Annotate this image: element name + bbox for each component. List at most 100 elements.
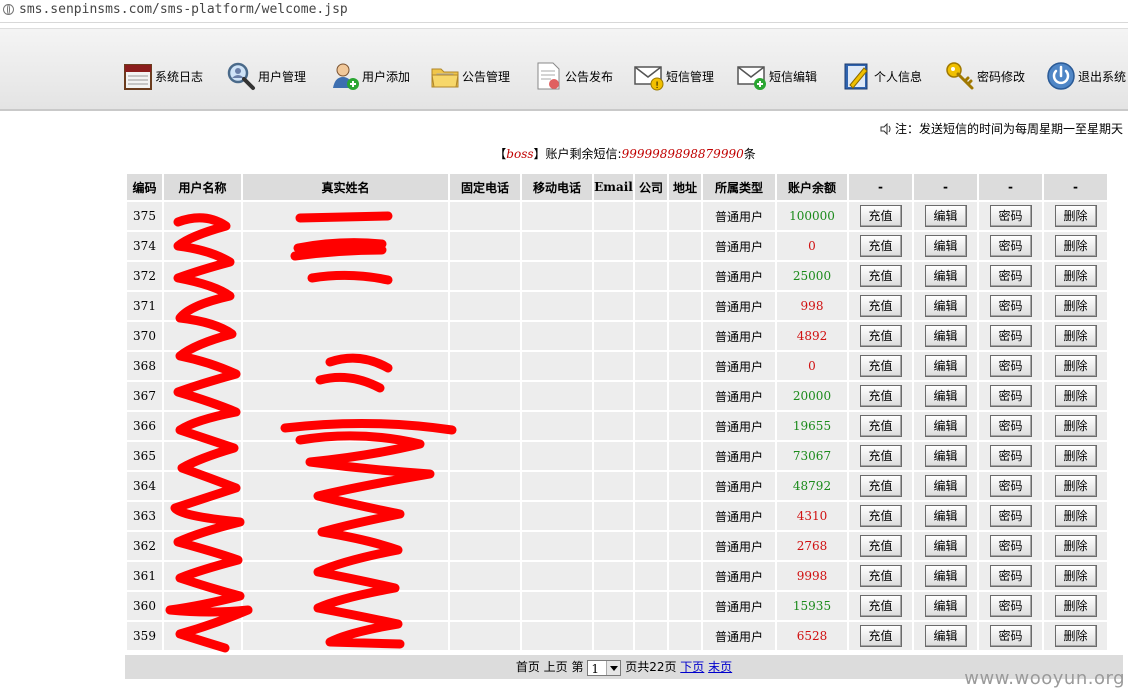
- column-header: 编码: [127, 174, 162, 200]
- recharge-button[interactable]: 充值: [859, 565, 902, 587]
- delete-button[interactable]: 删除: [1054, 535, 1097, 557]
- cell-username: [164, 472, 241, 500]
- nav-item-2[interactable]: 用户管理: [226, 59, 306, 93]
- next-page-link[interactable]: 下页: [680, 660, 704, 674]
- password-button[interactable]: 密码: [989, 535, 1032, 557]
- edit-button[interactable]: 编辑: [924, 265, 967, 287]
- edit-button[interactable]: 编辑: [924, 625, 967, 647]
- password-button[interactable]: 密码: [989, 385, 1032, 407]
- cell-username: [164, 562, 241, 590]
- cell-action: 编辑: [914, 592, 977, 620]
- edit-button[interactable]: 编辑: [924, 235, 967, 257]
- edit-button[interactable]: 编辑: [924, 505, 967, 527]
- recharge-button[interactable]: 充值: [859, 265, 902, 287]
- nav-item-1[interactable]: 系统日志: [123, 59, 203, 93]
- recharge-button[interactable]: 充值: [859, 535, 902, 557]
- nav-item-7[interactable]: 短信编辑: [737, 59, 817, 93]
- delete-button[interactable]: 删除: [1054, 265, 1097, 287]
- nav-item-5[interactable]: 公告发布: [533, 59, 613, 93]
- cell-action: 删除: [1044, 232, 1107, 260]
- password-button[interactable]: 密码: [989, 325, 1032, 347]
- delete-button[interactable]: 删除: [1054, 505, 1097, 527]
- balance-unit: 条: [743, 147, 756, 161]
- edit-button[interactable]: 编辑: [924, 475, 967, 497]
- chevron-down-icon[interactable]: [606, 660, 621, 675]
- edit-button[interactable]: 编辑: [924, 295, 967, 317]
- cell-email: [594, 412, 633, 440]
- delete-button[interactable]: 删除: [1054, 385, 1097, 407]
- password-button[interactable]: 密码: [989, 265, 1032, 287]
- cell-mobile: [522, 592, 592, 620]
- nav-item-4[interactable]: 公告管理: [430, 59, 510, 93]
- nav-item-9[interactable]: 密码修改: [945, 59, 1025, 93]
- recharge-button[interactable]: 充值: [859, 205, 902, 227]
- recharge-button[interactable]: 充值: [859, 325, 902, 347]
- key-icon: [945, 61, 975, 91]
- edit-button[interactable]: 编辑: [924, 445, 967, 467]
- delete-button[interactable]: 删除: [1054, 205, 1097, 227]
- password-button[interactable]: 密码: [989, 505, 1032, 527]
- cell-balance: 6528: [777, 622, 847, 650]
- password-button[interactable]: 密码: [989, 625, 1032, 647]
- edit-button[interactable]: 编辑: [924, 325, 967, 347]
- password-button[interactable]: 密码: [989, 415, 1032, 437]
- bracket-open: 【: [494, 147, 507, 161]
- password-button[interactable]: 密码: [989, 295, 1032, 317]
- password-button[interactable]: 密码: [989, 595, 1032, 617]
- password-button[interactable]: 密码: [989, 205, 1032, 227]
- column-header: 所属类型: [703, 174, 775, 200]
- edit-button[interactable]: 编辑: [924, 385, 967, 407]
- recharge-button[interactable]: 充值: [859, 295, 902, 317]
- nav-item-10[interactable]: 退出系统: [1046, 59, 1126, 93]
- cell-landline: [450, 472, 520, 500]
- delete-button[interactable]: 删除: [1054, 355, 1097, 377]
- recharge-button[interactable]: 充值: [859, 595, 902, 617]
- password-button[interactable]: 密码: [989, 235, 1032, 257]
- edit-button[interactable]: 编辑: [924, 205, 967, 227]
- cell-landline: [450, 292, 520, 320]
- recharge-button[interactable]: 充值: [859, 445, 902, 467]
- password-button[interactable]: 密码: [989, 445, 1032, 467]
- recharge-button[interactable]: 充值: [859, 475, 902, 497]
- delete-button[interactable]: 删除: [1054, 295, 1097, 317]
- delete-button[interactable]: 删除: [1054, 445, 1097, 467]
- cell-address: [669, 412, 701, 440]
- column-header: -: [1044, 174, 1107, 200]
- cell-landline: [450, 202, 520, 230]
- delete-button[interactable]: 删除: [1054, 235, 1097, 257]
- delete-button[interactable]: 删除: [1054, 325, 1097, 347]
- edit-button[interactable]: 编辑: [924, 415, 967, 437]
- password-button[interactable]: 密码: [989, 565, 1032, 587]
- recharge-button[interactable]: 充值: [859, 385, 902, 407]
- edit-button[interactable]: 编辑: [924, 355, 967, 377]
- password-button[interactable]: 密码: [989, 475, 1032, 497]
- recharge-button[interactable]: 充值: [859, 415, 902, 437]
- nav-item-6[interactable]: ! 短信管理: [634, 59, 714, 93]
- cell-id: 371: [127, 292, 162, 320]
- edit-button[interactable]: 编辑: [924, 565, 967, 587]
- cell-balance: 48792: [777, 472, 847, 500]
- cell-action: 充值: [849, 202, 912, 230]
- cell-action: 密码: [979, 622, 1042, 650]
- url-text[interactable]: sms.senpinsms.com/sms-platform/welcome.j…: [19, 2, 348, 17]
- edit-button[interactable]: 编辑: [924, 535, 967, 557]
- delete-button[interactable]: 删除: [1054, 565, 1097, 587]
- delete-button[interactable]: 删除: [1054, 595, 1097, 617]
- delete-button[interactable]: 删除: [1054, 475, 1097, 497]
- cell-company: [635, 562, 667, 590]
- recharge-button[interactable]: 充值: [859, 355, 902, 377]
- recharge-button[interactable]: 充值: [859, 625, 902, 647]
- recharge-button[interactable]: 充值: [859, 505, 902, 527]
- delete-button[interactable]: 删除: [1054, 625, 1097, 647]
- cell-action: 删除: [1044, 562, 1107, 590]
- recharge-button[interactable]: 充值: [859, 235, 902, 257]
- address-bar[interactable]: sms.senpinsms.com/sms-platform/welcome.j…: [0, 0, 1128, 23]
- password-button[interactable]: 密码: [989, 355, 1032, 377]
- nav-item-8[interactable]: 个人信息: [842, 59, 922, 93]
- last-page-link[interactable]: 末页: [708, 660, 732, 674]
- delete-button[interactable]: 删除: [1054, 415, 1097, 437]
- nav-item-3[interactable]: 用户添加: [330, 59, 410, 93]
- cell-action: 编辑: [914, 352, 977, 380]
- page-select[interactable]: 1: [587, 659, 622, 676]
- edit-button[interactable]: 编辑: [924, 595, 967, 617]
